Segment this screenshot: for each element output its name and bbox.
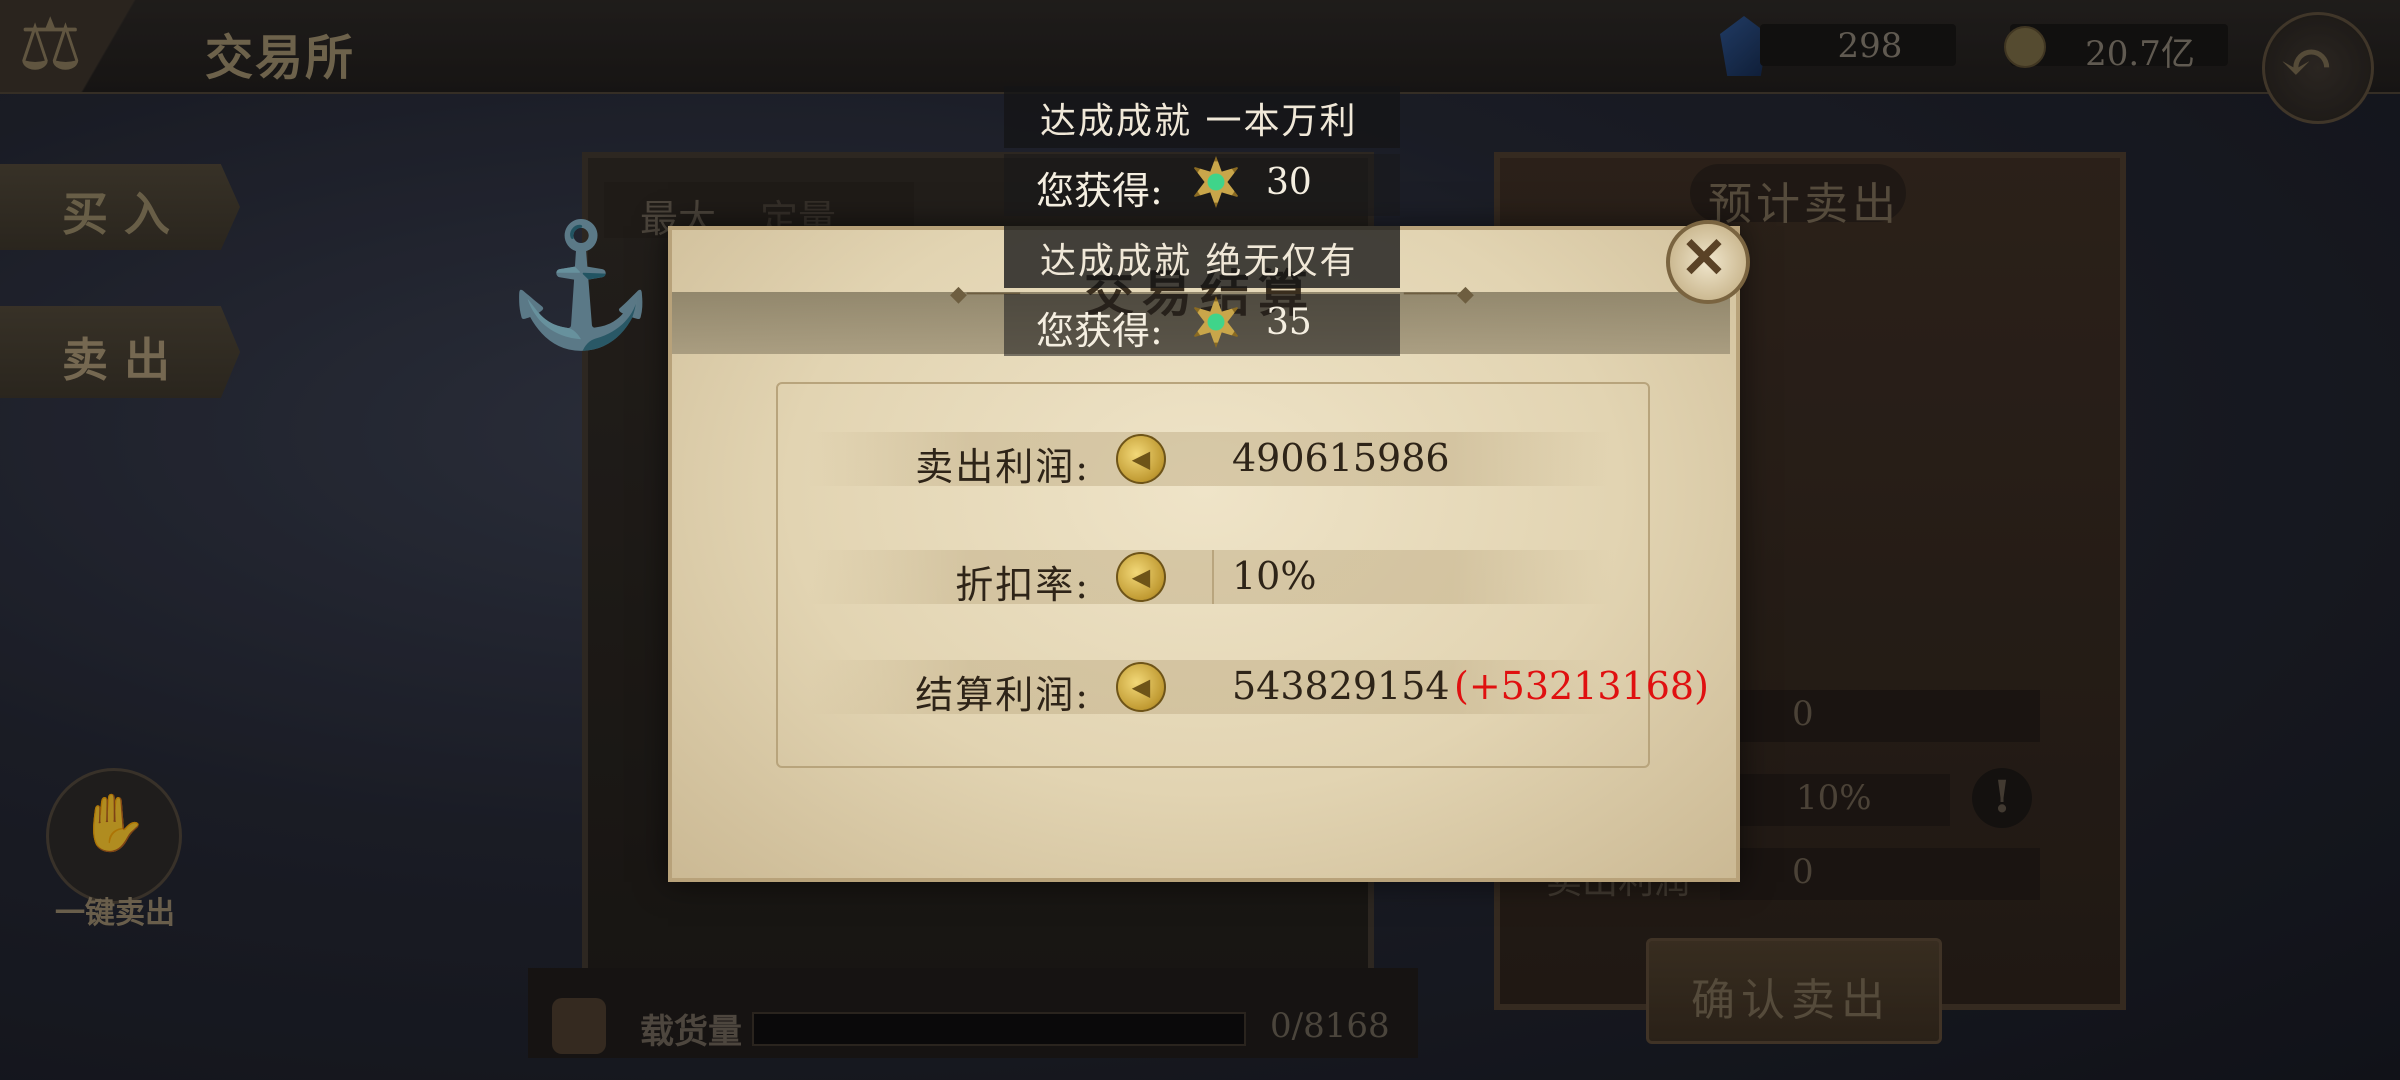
gold-coin-icon: ◀ [1116, 552, 1166, 602]
row-divider [1212, 550, 1214, 604]
gold-coin-icon: ◀ [1116, 662, 1166, 712]
sell-profit-value: 490615986 [1232, 436, 1450, 480]
ornament-right-icon: ────◆ [1404, 282, 1474, 307]
settlement-profit-label: 结算利润: [915, 673, 1090, 717]
settlement-bonus-value: (+53213168) [1454, 664, 1709, 708]
discount-rate-value: 10% [1232, 554, 1317, 598]
settlement-profit-value: 543829154 [1232, 664, 1450, 708]
reward-label: 您获得: [1036, 169, 1163, 213]
sell-profit-label: 卖出利润: [915, 445, 1090, 489]
reward-label: 您获得: [1036, 309, 1163, 353]
discount-rate-label: 折扣率: [955, 563, 1090, 607]
reward-value: 35 [1266, 302, 1312, 343]
reward-value: 30 [1266, 162, 1312, 203]
close-icon[interactable]: ✕ [1666, 218, 1742, 298]
achievement-text: 达成成就 绝无仅有 [1040, 241, 1358, 282]
gold-coin-icon: ◀ [1116, 434, 1166, 484]
achievement-text: 达成成就 一本万利 [1040, 101, 1358, 142]
